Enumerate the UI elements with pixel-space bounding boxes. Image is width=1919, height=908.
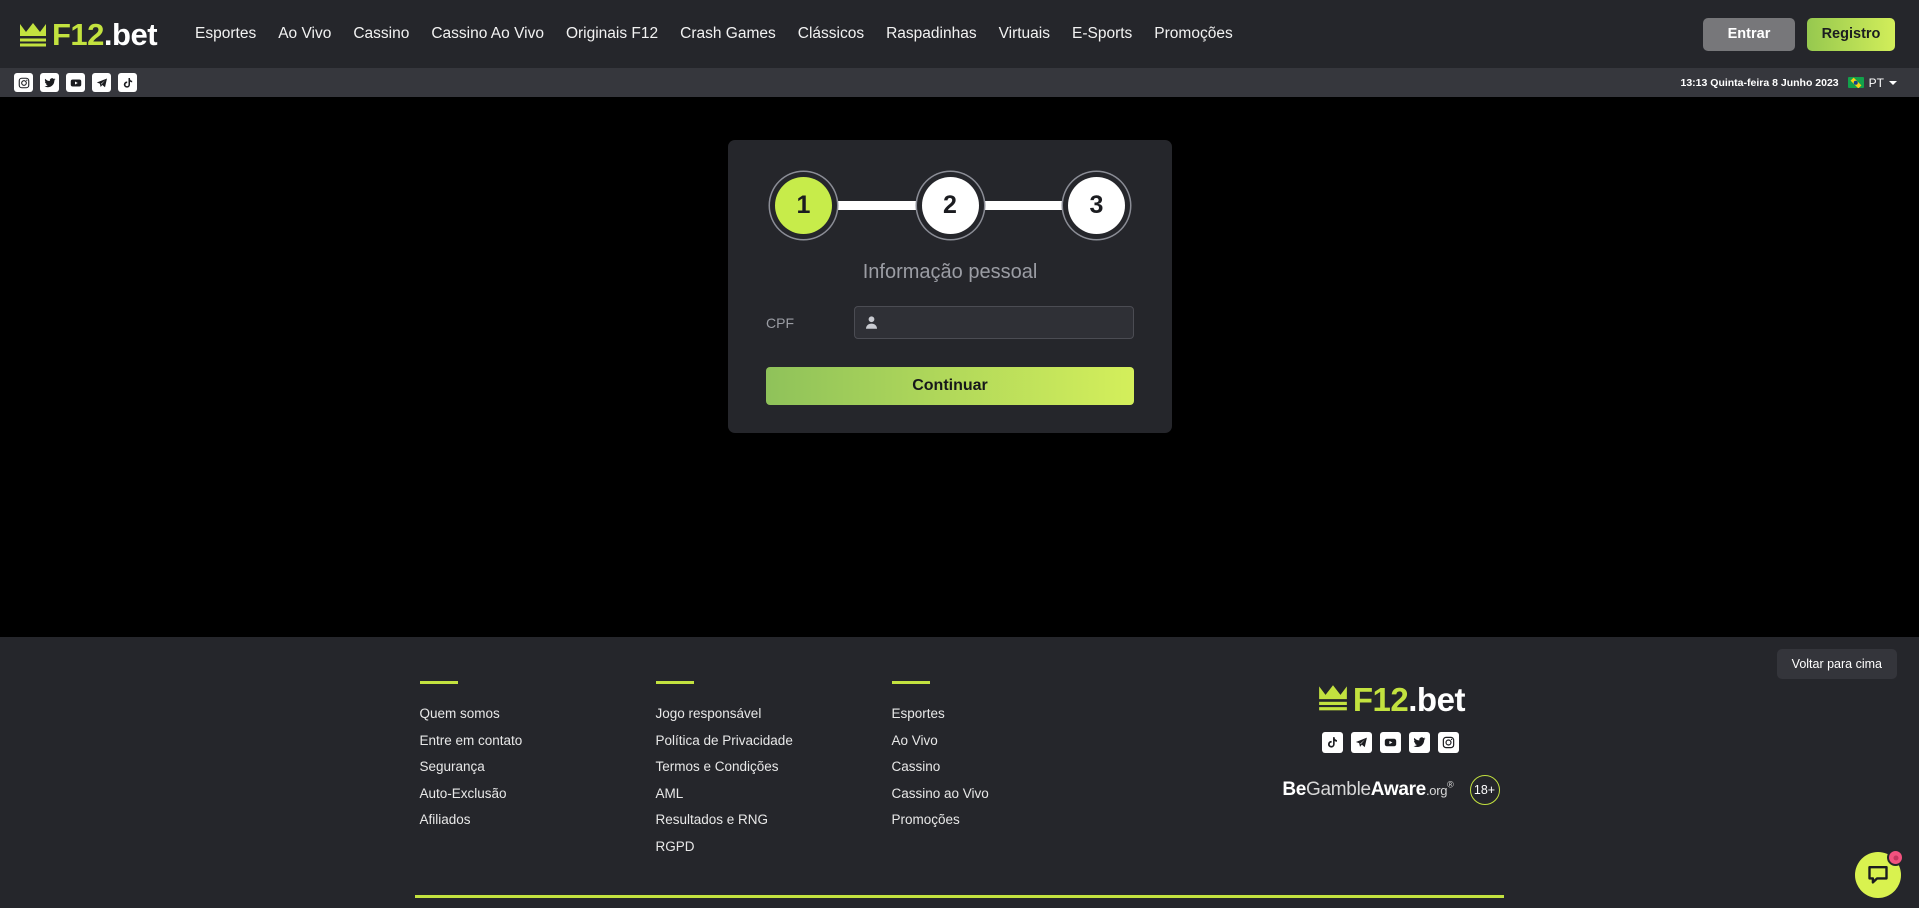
instagram-icon[interactable] <box>14 73 33 92</box>
footer-link-cassino-ao-vivo[interactable]: Cassino ao Vivo <box>892 786 1128 801</box>
header-actions: Entrar Registro <box>1703 17 1895 51</box>
cpf-input-wrapper[interactable] <box>854 306 1134 339</box>
logo-text-secondary: .bet <box>103 16 158 52</box>
site-header: F12.bet Esportes Ao Vivo Cassino Cassino… <box>0 0 1919 68</box>
footer-divider-dash <box>891 681 930 684</box>
language-selector[interactable]: PT <box>1847 75 1897 90</box>
twitter-icon[interactable] <box>1409 732 1431 753</box>
gamble-org: .org <box>1425 783 1448 798</box>
footer-link-entre-em-contato[interactable]: Entre em contato <box>420 733 656 748</box>
footer-link-rgpd[interactable]: RGPD <box>656 839 892 854</box>
gamble-gamble: Gamble <box>1306 779 1371 800</box>
nav-item-raspadinhas[interactable]: Raspadinhas <box>886 25 976 43</box>
brazil-flag-icon <box>1847 77 1864 88</box>
footer-column-legal: Jogo responsável Política de Privacidade… <box>655 681 892 865</box>
nav-item-esportes[interactable]: Esportes <box>195 25 256 43</box>
step-1[interactable]: 1 <box>775 176 832 234</box>
header-social-links <box>14 73 137 92</box>
logo-text-primary: F12 <box>52 16 104 52</box>
footer-brand-block: F12.bet BeGambleAware.org® 18+ <box>1282 681 1500 865</box>
step-3[interactable]: 3 <box>1068 176 1125 234</box>
footer-link-afiliados[interactable]: Afiliados <box>420 812 656 827</box>
sub-header-bar: 13:13 Quinta-feira 8 Junho 2023 PT <box>0 68 1919 97</box>
gamble-aware: Aware <box>1370 779 1426 800</box>
footer-column-about: Quem somos Entre em contato Segurança Au… <box>419 681 656 865</box>
step-2[interactable]: 2 <box>921 176 979 234</box>
footer-bottom-rule <box>415 895 1504 898</box>
responsible-gambling-row: BeGambleAware.org® 18+ <box>1282 775 1500 805</box>
nav-item-ao-vivo[interactable]: Ao Vivo <box>278 25 331 43</box>
current-datetime: 13:13 Quinta-feira 8 Junho 2023 <box>1680 76 1839 89</box>
crown-icon <box>18 21 48 47</box>
registered-trademark-icon: ® <box>1447 779 1454 790</box>
nav-item-cassino-ao-vivo[interactable]: Cassino Ao Vivo <box>431 25 544 43</box>
telegram-icon[interactable] <box>92 73 111 92</box>
begambleaware-logo[interactable]: BeGambleAware.org® <box>1282 779 1453 801</box>
footer-logo[interactable]: F12.bet <box>1317 683 1465 716</box>
tiktok-icon[interactable] <box>118 73 137 92</box>
footer-logo-text-primary: F12 <box>1352 681 1409 718</box>
footer-logo-text-secondary: .bet <box>1408 681 1465 718</box>
step-indicator: 1 2 3 <box>775 163 1125 247</box>
register-button[interactable]: Registro <box>1807 17 1895 51</box>
footer-link-termos-condicoes[interactable]: Termos e Condições <box>656 759 892 774</box>
nav-item-promocoes[interactable]: Promoções <box>1154 25 1232 43</box>
chat-notification-badge <box>1887 849 1904 866</box>
telegram-icon[interactable] <box>1351 732 1373 753</box>
cpf-input[interactable] <box>879 307 1124 338</box>
nav-item-classicos[interactable]: Clássicos <box>798 25 864 43</box>
continue-button[interactable]: Continuar <box>766 367 1134 405</box>
tiktok-icon[interactable] <box>1322 732 1344 753</box>
sub-header-right: 13:13 Quinta-feira 8 Junho 2023 PT <box>1680 75 1897 90</box>
chat-widget-button[interactable] <box>1855 849 1904 898</box>
user-icon <box>864 315 879 330</box>
youtube-icon[interactable] <box>66 73 85 92</box>
footer-link-jogo-responsavel[interactable]: Jogo responsável <box>656 706 892 721</box>
card-title: Informação pessoal <box>862 261 1038 283</box>
back-to-top-button[interactable]: Voltar para cima <box>1776 649 1897 679</box>
main-content: 1 2 3 Informação pessoal CPF Continuar <box>0 97 1919 637</box>
footer-link-seguranca[interactable]: Segurança <box>420 759 656 774</box>
footer-link-cassino[interactable]: Cassino <box>892 759 1128 774</box>
footer-link-promocoes[interactable]: Promoções <box>892 812 1128 827</box>
age-restriction-badge: 18+ <box>1469 775 1500 805</box>
registration-card: 1 2 3 Informação pessoal CPF Continuar <box>728 140 1172 433</box>
chevron-down-icon <box>1889 80 1897 85</box>
main-navigation: Esportes Ao Vivo Cassino Cassino Ao Vivo… <box>195 25 1703 43</box>
nav-item-crash-games[interactable]: Crash Games <box>680 25 776 43</box>
instagram-icon[interactable] <box>1438 732 1460 753</box>
youtube-icon[interactable] <box>1380 732 1402 753</box>
footer-link-politica-privacidade[interactable]: Política de Privacidade <box>656 733 892 748</box>
footer-inner: Quem somos Entre em contato Segurança Au… <box>419 681 1500 865</box>
footer-divider-dash <box>655 681 694 684</box>
cpf-label: CPF <box>766 314 794 331</box>
nav-item-cassino[interactable]: Cassino <box>353 25 409 43</box>
language-code: PT <box>1868 75 1884 90</box>
footer-link-resultados-rng[interactable]: Resultados e RNG <box>656 812 892 827</box>
footer-social-links <box>1322 732 1460 753</box>
footer-link-esportes[interactable]: Esportes <box>892 706 1128 721</box>
footer-divider-dash <box>419 681 458 684</box>
cpf-field-row: CPF <box>766 306 1134 339</box>
footer-link-ao-vivo[interactable]: Ao Vivo <box>892 733 1128 748</box>
nav-item-originais-f12[interactable]: Originais F12 <box>566 25 658 43</box>
footer-link-auto-exclusao[interactable]: Auto-Exclusão <box>420 786 656 801</box>
gamble-be: Be <box>1282 779 1307 800</box>
twitter-icon[interactable] <box>40 73 59 92</box>
footer-column-products: Esportes Ao Vivo Cassino Cassino ao Vivo… <box>891 681 1128 865</box>
chat-bubble-icon <box>1868 866 1888 884</box>
site-footer: Voltar para cima Quem somos Entre em con… <box>0 637 1919 908</box>
nav-item-virtuais[interactable]: Virtuais <box>999 25 1050 43</box>
nav-item-e-sports[interactable]: E-Sports <box>1072 25 1132 43</box>
crown-icon <box>1317 683 1349 716</box>
login-button[interactable]: Entrar <box>1703 17 1795 51</box>
footer-link-aml[interactable]: AML <box>656 786 892 801</box>
site-logo[interactable]: F12.bet <box>18 16 158 52</box>
footer-link-quem-somos[interactable]: Quem somos <box>420 706 656 721</box>
